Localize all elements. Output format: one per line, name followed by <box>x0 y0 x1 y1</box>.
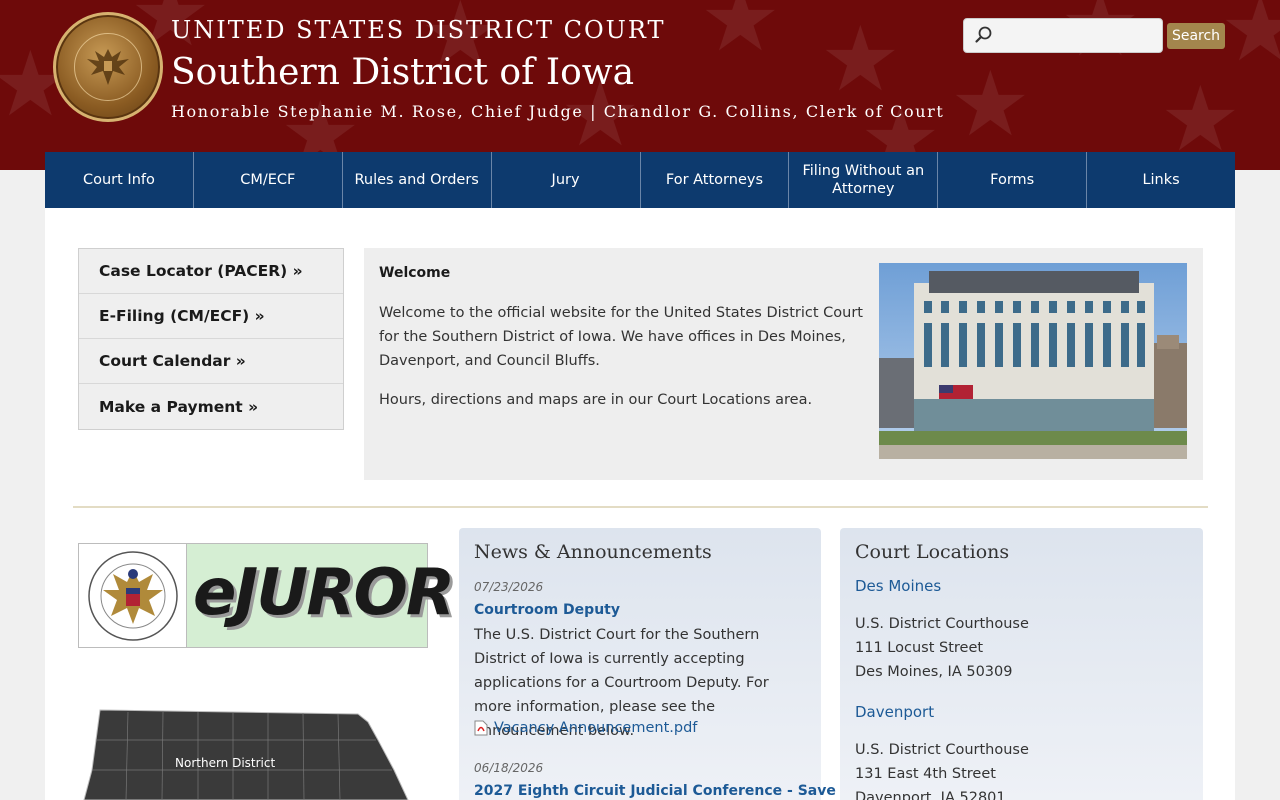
quick-link-make-payment[interactable]: Make a Payment » <box>79 384 343 429</box>
nav-item-forms[interactable]: Forms <box>938 152 1088 208</box>
map-region-label: Northern District <box>175 756 275 770</box>
nav-item-rules-and-orders[interactable]: Rules and Orders <box>343 152 492 208</box>
district-title[interactable]: Southern District of Iowa <box>171 52 634 93</box>
pdf-icon <box>474 720 488 736</box>
quick-links-box: Case Locator (PACER) » E-Filing (CM/ECF)… <box>78 248 344 430</box>
search-icon <box>974 25 994 45</box>
quick-link-case-locator[interactable]: Case Locator (PACER) » <box>79 249 343 294</box>
quick-link-court-calendar[interactable]: Court Calendar » <box>79 339 343 384</box>
location-city-state-zip: Des Moines, IA 50309 <box>855 664 1013 680</box>
location-link-davenport[interactable]: Davenport <box>855 703 934 721</box>
locations-heading: Court Locations <box>855 541 1010 563</box>
judge-clerk-line: Honorable Stephanie M. Rose, Chief Judge… <box>171 102 945 121</box>
location-link-des-moines[interactable]: Des Moines <box>855 577 941 595</box>
ejuror-logo-text: eJUROR <box>193 556 455 630</box>
search-input[interactable] <box>998 23 1158 49</box>
welcome-heading: Welcome <box>379 265 451 281</box>
site-header: ★ ★ ★ ★ ★ ★ ★ ★ ★ ★ ★ ★ UNITED STATES DI… <box>0 0 1280 170</box>
courthouse-photo <box>879 263 1187 459</box>
nav-item-cm-ecf[interactable]: CM/ECF <box>194 152 343 208</box>
location-city-state-zip: Davenport, IA 52801 <box>855 790 1006 800</box>
star-decoration: ★ <box>700 0 781 72</box>
star-decoration: ★ <box>950 52 1031 157</box>
iowa-district-map[interactable]: Northern District <box>78 700 428 800</box>
court-name-line: UNITED STATES DISTRICT COURT <box>171 16 666 44</box>
location-building: U.S. District Courthouse <box>855 616 1029 632</box>
nav-item-filing-without-attorney[interactable]: Filing Without an Attorney <box>789 152 939 208</box>
welcome-panel: Welcome Welcome to the official website … <box>364 248 1203 480</box>
nav-item-links[interactable]: Links <box>1087 152 1235 208</box>
pdf-link[interactable]: Vacancy Announcement.pdf <box>494 720 697 736</box>
search-button[interactable]: Search <box>1167 23 1225 49</box>
news-item-link[interactable]: Courtroom Deputy <box>474 602 620 618</box>
nav-item-for-attorneys[interactable]: For Attorneys <box>641 152 790 208</box>
location-street: 111 Locust Street <box>855 640 984 656</box>
location-building: U.S. District Courthouse <box>855 742 1029 758</box>
news-heading: News & Announcements <box>474 541 712 563</box>
nav-item-jury[interactable]: Jury <box>492 152 641 208</box>
ejuror-banner[interactable]: eJUROR <box>78 543 455 648</box>
news-date: 06/18/2026 <box>474 761 544 775</box>
section-divider <box>73 506 1208 508</box>
location-street: 131 East 4th Street <box>855 766 996 782</box>
quick-link-e-filing[interactable]: E-Filing (CM/ECF) » <box>79 294 343 339</box>
news-attachment[interactable]: Vacancy Announcement.pdf <box>474 720 697 736</box>
star-decoration: ★ <box>1220 0 1280 82</box>
eagle-icon <box>74 33 142 101</box>
welcome-paragraph: Hours, directions and maps are in our Co… <box>379 392 813 408</box>
court-seal-icon[interactable] <box>53 12 163 122</box>
search-box <box>963 18 1163 53</box>
news-date: 07/23/2026 <box>474 580 544 594</box>
welcome-paragraph: Welcome to the official website for the … <box>379 305 863 369</box>
news-item-link[interactable]: 2027 Eighth Circuit Judicial Conference … <box>474 783 836 799</box>
nav-item-court-info[interactable]: Court Info <box>45 152 194 208</box>
main-nav: Court Info CM/ECF Rules and Orders Jury … <box>45 152 1235 208</box>
court-locations-panel: Court Locations Des Moines U.S. District… <box>840 528 1203 800</box>
court-seal-icon <box>79 544 187 647</box>
news-panel: News & Announcements 07/23/2026 Courtroo… <box>459 528 836 800</box>
